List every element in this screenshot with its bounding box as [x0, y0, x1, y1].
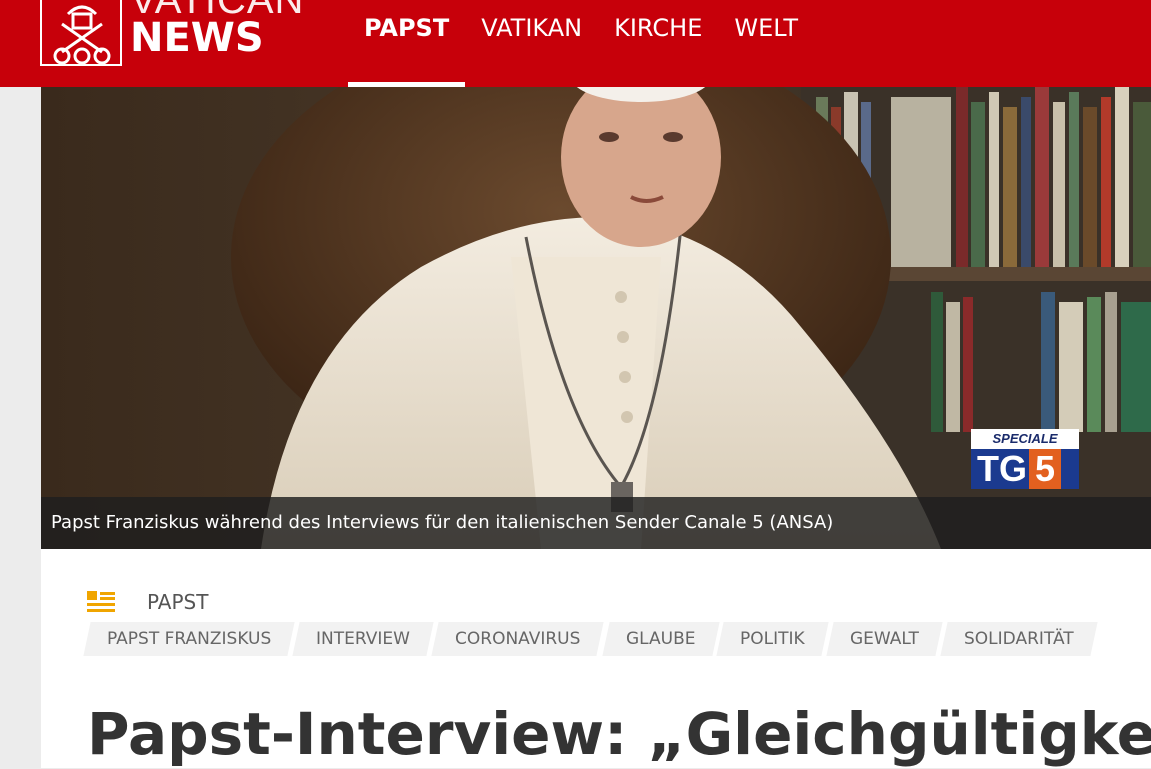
tag-gewalt[interactable]: GEWALT	[826, 622, 943, 656]
site-header: VATICAN NEWS PAPST VATIKAN KIRCHE WELT	[0, 0, 1151, 87]
nav-item-welt[interactable]: WELT	[718, 0, 814, 87]
nav-item-kirche[interactable]: KIRCHE	[598, 0, 718, 87]
main-nav: PAPST VATIKAN KIRCHE WELT	[348, 0, 814, 87]
hero-image: SPECIALE TG 5 Papst Franziskus während de…	[41, 87, 1151, 549]
vatican-news-logo[interactable]: VATICAN NEWS	[40, 0, 305, 66]
tag-label: PAPST FRANZISKUS	[107, 629, 272, 649]
nav-item-papst[interactable]: PAPST	[348, 0, 466, 87]
section-row: PAPST	[87, 587, 208, 617]
tg5-tg-text: TG	[977, 448, 1027, 489]
article-list-icon	[87, 591, 115, 612]
tag-label: SOLIDARITÄT	[963, 629, 1074, 649]
image-caption: Papst Franziskus während des Interviews …	[51, 512, 834, 533]
tag-label: POLITIK	[740, 629, 805, 649]
tag-label: CORONAVIRUS	[455, 629, 581, 649]
article-headline: Papst-Interview: „Gleichgültigkeit	[87, 700, 1151, 768]
logo-word-news: NEWS	[130, 15, 264, 61]
tag-interview[interactable]: INTERVIEW	[292, 622, 434, 656]
tg5-speciale-badge: SPECIALE TG 5	[971, 429, 1079, 491]
tg5-logo: TG 5	[971, 449, 1079, 489]
tg5-speciale-label: SPECIALE	[971, 429, 1079, 449]
tag-label: INTERVIEW	[316, 629, 411, 649]
tag-coronavirus[interactable]: CORONAVIRUS	[431, 622, 605, 656]
tag-list: PAPST FRANZISKUS INTERVIEW CORONAVIRUS G…	[83, 622, 1098, 656]
tag-label: GLAUBE	[625, 629, 696, 649]
tag-glaube[interactable]: GLAUBE	[601, 622, 719, 656]
image-caption-bar: Papst Franziskus während des Interviews …	[41, 497, 1151, 549]
tag-label: GEWALT	[849, 629, 919, 649]
article-body: PAPST PAPST FRANZISKUS INTERVIEW CORONAV…	[41, 549, 1151, 768]
tag-politik[interactable]: POLITIK	[716, 622, 829, 656]
tag-solidaritaet[interactable]: SOLIDARITÄT	[940, 622, 1098, 656]
section-label[interactable]: PAPST	[147, 590, 208, 614]
papal-keys-emblem-icon	[40, 0, 122, 66]
nav-item-vatikan[interactable]: VATIKAN	[465, 0, 598, 87]
tag-papst-franziskus[interactable]: PAPST FRANZISKUS	[83, 622, 295, 656]
tg5-number-text: 5	[1029, 449, 1062, 489]
